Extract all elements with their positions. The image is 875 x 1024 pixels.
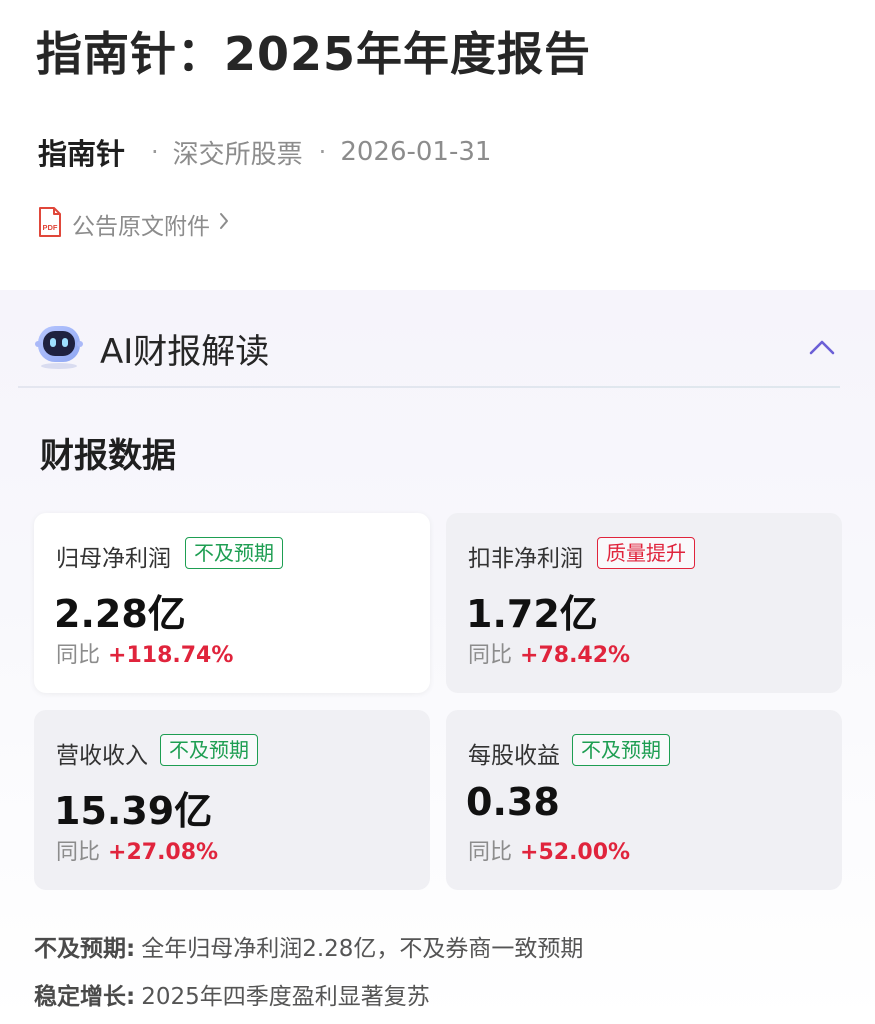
metric-card-net-profit[interactable]: 归母净利润 不及预期 2.28亿 同比 +118.74% [34, 513, 430, 693]
metric-card-eps[interactable]: 每股收益 不及预期 0.38 同比 +52.00% [446, 710, 842, 890]
note-label: 稳定增长: [34, 984, 136, 1010]
section-divider [18, 386, 840, 388]
metric-value: 15.39亿 [54, 789, 213, 833]
metric-badge: 不及预期 [160, 734, 258, 766]
note-text: 全年归母净利润2.28亿，不及券商一致预期 [141, 936, 584, 962]
note-item: 稳定增长: 2025年四季度盈利显著复苏 [34, 970, 583, 1018]
yoy-value: +52.00% [520, 840, 631, 865]
collapse-button[interactable] [806, 332, 838, 362]
chevron-up-icon [809, 340, 835, 355]
yoy-label: 同比 [56, 840, 101, 865]
chevron-right-icon [218, 211, 230, 237]
note-label: 不及预期: [34, 936, 136, 962]
yoy-label: 同比 [468, 643, 513, 668]
analysis-notes: 不及预期: 全年归母净利润2.28亿，不及券商一致预期 稳定增长: 2025年四… [34, 922, 583, 1018]
report-header: 指南针：2025年年度报告 指南针 · 深交所股票 · 2026-01-31 P… [0, 0, 875, 290]
yoy-value: +78.42% [520, 643, 631, 668]
robot-icon [32, 319, 86, 377]
metric-badge: 质量提升 [597, 537, 695, 569]
yoy-label: 同比 [56, 643, 101, 668]
yoy-label: 同比 [468, 840, 513, 865]
separator-dot: · [318, 138, 327, 166]
company-name[interactable]: 指南针 [38, 131, 125, 173]
pdf-icon-text: PDF [43, 223, 58, 232]
metric-name: 每股收益 [468, 743, 560, 769]
note-item: 不及预期: 全年归母净利润2.28亿，不及券商一致预期 [34, 922, 583, 970]
attachment-link[interactable]: PDF 公告原文附件 [38, 206, 230, 242]
ai-header[interactable]: AI财报解读 [32, 322, 269, 374]
financial-data-title: 财报数据 [40, 436, 176, 476]
report-meta: 指南针 · 深交所股票 · 2026-01-31 [38, 132, 491, 172]
metric-yoy: 同比 +52.00% [468, 834, 630, 866]
exchange-label: 深交所股票 [172, 139, 303, 170]
metric-name: 扣非净利润 [468, 546, 583, 572]
metric-yoy: 同比 +27.08% [56, 834, 218, 866]
report-date: 2026-01-31 [340, 137, 492, 167]
metric-yoy: 同比 +118.74% [56, 637, 233, 669]
yoy-value: +27.08% [108, 840, 219, 865]
metric-yoy: 同比 +78.42% [468, 637, 630, 669]
pdf-file-icon: PDF [38, 207, 62, 241]
metric-name: 营收收入 [56, 743, 148, 769]
metric-badge: 不及预期 [572, 734, 670, 766]
yoy-value: +118.74% [108, 643, 234, 668]
metric-value: 2.28亿 [54, 592, 186, 636]
metric-card-deducted-profit[interactable]: 扣非净利润 质量提升 1.72亿 同比 +78.42% [446, 513, 842, 693]
page-title: 指南针：2025年年度报告 [36, 27, 592, 81]
ai-section-title: AI财报解读 [100, 331, 270, 372]
note-text: 2025年四季度盈利显著复苏 [141, 984, 430, 1010]
metric-value: 1.72亿 [466, 592, 598, 636]
metric-value: 0.38 [466, 780, 560, 824]
separator-dot: · [151, 138, 159, 166]
metric-name: 归母净利润 [56, 546, 171, 572]
metric-badge: 不及预期 [185, 537, 283, 569]
attachment-label: 公告原文附件 [72, 214, 210, 240]
metric-card-revenue[interactable]: 营收收入 不及预期 15.39亿 同比 +27.08% [34, 710, 430, 890]
